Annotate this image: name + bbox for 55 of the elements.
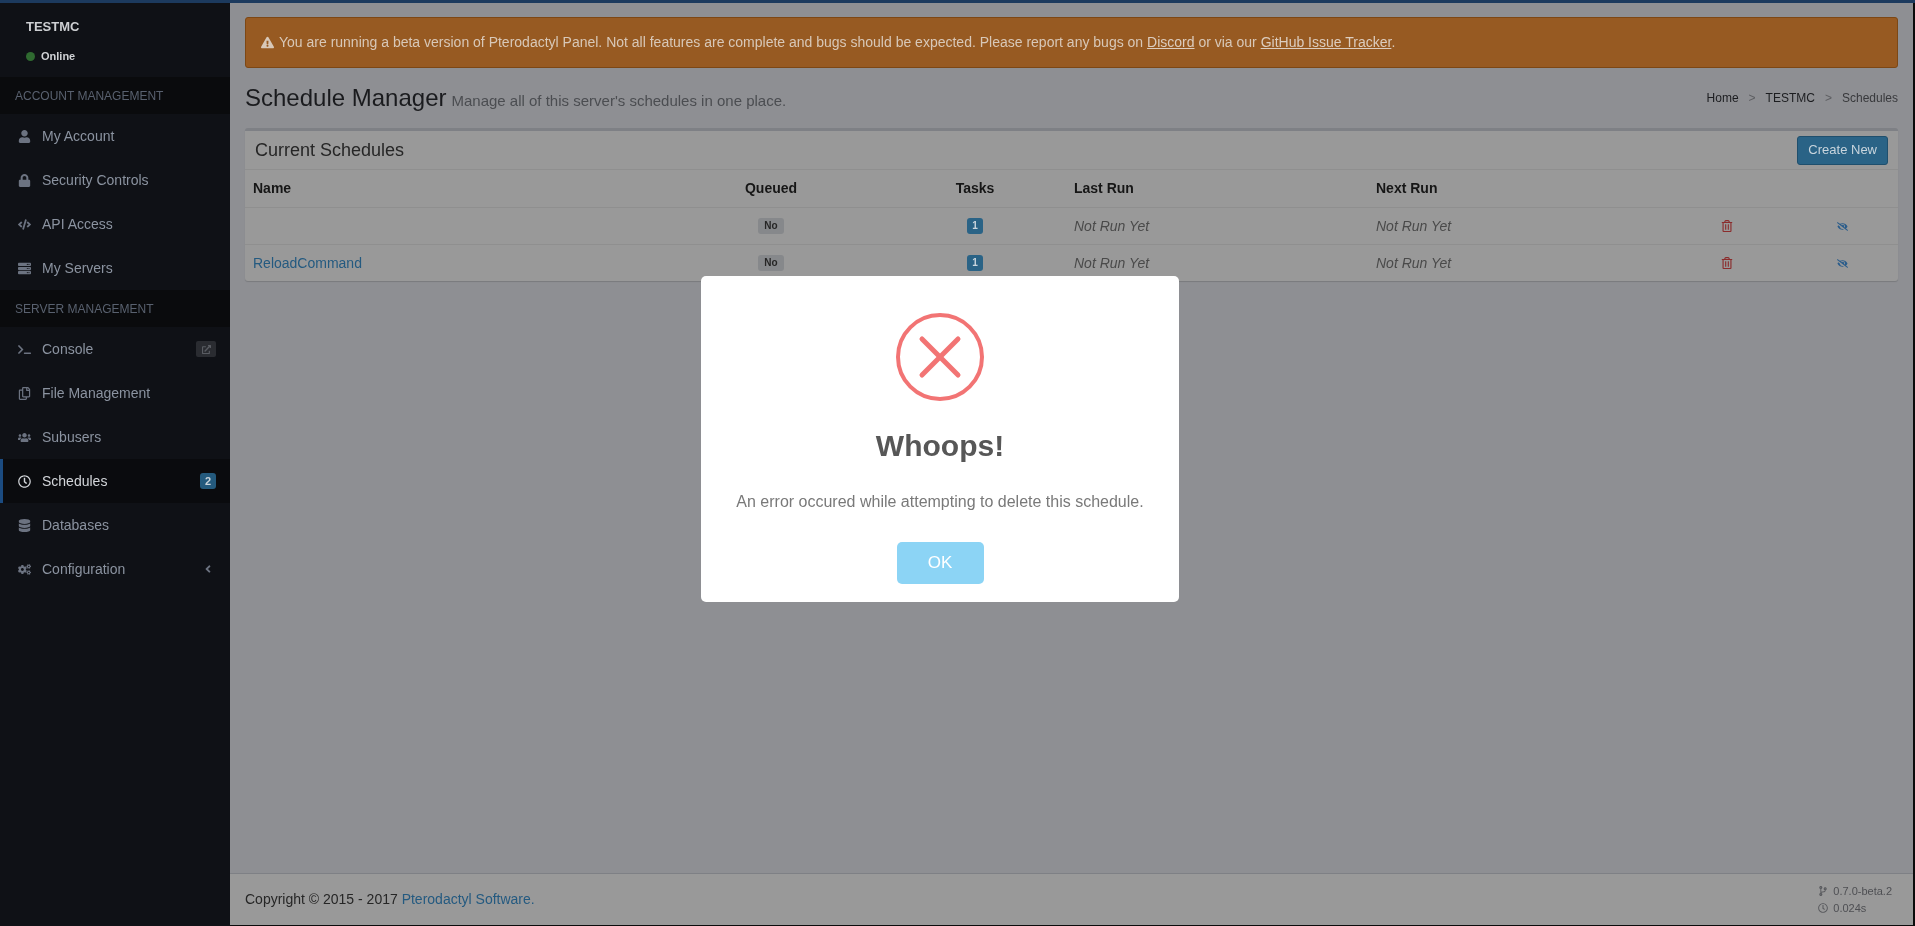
text-link[interactable]: Discord xyxy=(1147,34,1195,50)
eye-slash-icon[interactable] xyxy=(1836,257,1848,269)
breadcrumb-separator: > xyxy=(1824,90,1832,107)
page-subtitle: Manage all of this server's schedules in one place. xyxy=(451,91,787,111)
breadcrumb-link[interactable]: Home xyxy=(1706,89,1739,107)
response-time-text: 0.024s xyxy=(1833,900,1867,916)
section-heading: ACCOUNT MANAGEMENT xyxy=(0,77,230,114)
breadcrumb-separator: > xyxy=(1748,90,1756,107)
next-run-text: Not Run Yet xyxy=(1376,217,1452,234)
column-header: Name xyxy=(253,180,292,196)
breadcrumb-link[interactable]: TESTMC xyxy=(1765,89,1815,107)
warning-icon xyxy=(261,36,274,49)
dialog-message: An error occured while attempting to delete this schedule. xyxy=(735,492,1145,512)
status-text: Online xyxy=(41,49,76,63)
column-header: Last Run xyxy=(1074,180,1134,196)
branch-icon xyxy=(1818,886,1829,896)
dialog-title: Whoops! xyxy=(875,428,1005,464)
next-run-text: Not Run Yet xyxy=(1376,254,1452,271)
last-run-text: Not Run Yet xyxy=(1074,254,1150,271)
task-count-badge: 1 xyxy=(967,255,983,271)
lock-icon xyxy=(18,173,31,187)
terminal-icon xyxy=(18,342,31,356)
task-count-badge: 1 xyxy=(967,218,983,234)
section-heading: SERVER MANAGEMENT xyxy=(0,290,230,327)
queued-badge: No xyxy=(758,218,784,234)
version-text: 0.7.0-beta.2 xyxy=(1833,883,1892,899)
queued-badge: No xyxy=(758,255,784,271)
external-link-icon[interactable] xyxy=(196,341,216,357)
sidebar-item[interactable]: Schedules 2 xyxy=(0,459,230,503)
page-title: Schedule Manager xyxy=(245,83,447,113)
trash-icon[interactable] xyxy=(1721,220,1733,232)
code-icon xyxy=(18,217,31,231)
column-header: Tasks xyxy=(955,180,995,196)
column-header: Next Run xyxy=(1376,180,1438,196)
trash-icon[interactable] xyxy=(1721,257,1733,269)
server-icon xyxy=(18,261,31,275)
database-icon xyxy=(18,518,31,532)
text-link[interactable]: GitHub Issue Tracker xyxy=(1260,34,1392,50)
clock-icon xyxy=(1818,903,1829,913)
current-page-label: Schedules xyxy=(1841,90,1898,107)
panel-title: Current Schedules xyxy=(255,138,405,162)
create-new-button[interactable]: Create New xyxy=(1797,135,1888,165)
copyright-text: Copyright © 2015 - 2017 Pterodactyl Software. xyxy=(245,890,535,909)
column-header: Queued xyxy=(744,180,798,196)
last-run-text: Not Run Yet xyxy=(1074,217,1150,234)
eye-slash-icon[interactable] xyxy=(1836,220,1848,232)
files-icon xyxy=(18,386,31,400)
gears-icon xyxy=(18,562,31,576)
user-icon xyxy=(18,129,31,143)
warning-message: You are running a beta version of Pterodactyl Panel. Not all features are complete and bugs should be expected. Please report any bugs on Discord or via our GitHub Issue Tracker. xyxy=(279,33,1396,52)
error-icon xyxy=(896,313,984,401)
count-badge: 2 xyxy=(199,473,216,489)
clock-icon xyxy=(18,474,31,488)
users-icon xyxy=(18,430,31,444)
server-name: TESTMC xyxy=(26,19,80,35)
